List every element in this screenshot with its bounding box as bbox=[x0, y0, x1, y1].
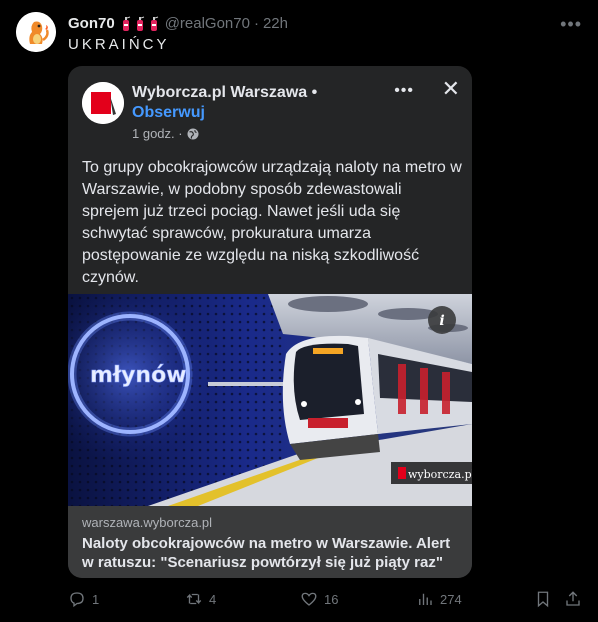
reply-count: 1 bbox=[92, 591, 100, 607]
avatar[interactable] bbox=[16, 12, 56, 52]
tweet-header: Gon70 @realGon70 · 22h bbox=[68, 13, 582, 33]
fire-extinguisher-icon bbox=[122, 16, 130, 31]
globe-icon bbox=[187, 128, 199, 139]
article-photo[interactable]: młynów wyborcza.pl i bbox=[68, 294, 472, 506]
retweet-button[interactable]: 4 bbox=[185, 590, 216, 608]
tweet-time[interactable]: 22h bbox=[263, 15, 288, 32]
bookmark-button[interactable] bbox=[534, 590, 552, 608]
share-button[interactable] bbox=[564, 590, 582, 608]
page-logo[interactable] bbox=[82, 82, 124, 124]
bookmark-icon bbox=[537, 591, 549, 608]
link-preview[interactable]: warszawa.wyborcza.pl Naloty obcokrajowcó… bbox=[68, 506, 472, 578]
embedded-post-card[interactable]: Wyborcza.pl Warszawa • Obserwuj 1 godz. … bbox=[68, 66, 472, 578]
reply-icon bbox=[70, 592, 84, 608]
svg-text:i: i bbox=[439, 313, 444, 329]
page-name-text: Wyborcza.pl Warszawa bbox=[132, 84, 308, 101]
fire-extinguisher-icon bbox=[150, 16, 158, 31]
reply-button[interactable]: 1 bbox=[68, 590, 99, 608]
link-title: Naloty obcokrajowców na metro w Warszawi… bbox=[82, 535, 451, 571]
post-body: To grupy obcokrajowców urządzają naloty … bbox=[82, 159, 462, 286]
views-button[interactable]: 274 bbox=[416, 590, 462, 608]
like-count: 16 bbox=[324, 591, 339, 607]
heart-icon bbox=[301, 592, 317, 606]
follow-button[interactable]: Obserwuj bbox=[132, 104, 205, 122]
post-time: 1 godz. · bbox=[132, 126, 199, 141]
author-handle[interactable]: @realGon70 bbox=[165, 15, 250, 32]
link-domain: warszawa.wyborcza.pl bbox=[82, 515, 213, 530]
view-count: 274 bbox=[440, 591, 462, 607]
close-icon[interactable]: ✕ bbox=[442, 78, 460, 100]
tweet-text: UKRAIŃCY bbox=[68, 36, 170, 53]
separator: • bbox=[311, 84, 318, 101]
emoji-group bbox=[121, 16, 159, 31]
post-options-icon[interactable]: ••• bbox=[394, 82, 414, 100]
author-name[interactable]: Gon70 bbox=[68, 15, 115, 32]
views-icon bbox=[419, 593, 432, 605]
photo-watermark: wyborcza.pl bbox=[408, 468, 472, 481]
more-horizontal-icon[interactable]: ••• bbox=[560, 14, 582, 35]
retweet-count: 4 bbox=[209, 591, 217, 607]
post-time-text: 1 godz. · bbox=[132, 126, 183, 141]
separator: · bbox=[253, 14, 259, 32]
action-bar: 1 4 16 274 bbox=[68, 590, 582, 610]
share-icon bbox=[566, 591, 580, 606]
page-name[interactable]: Wyborcza.pl Warszawa • bbox=[132, 84, 317, 102]
like-button[interactable]: 16 bbox=[300, 590, 338, 608]
fire-extinguisher-icon bbox=[136, 16, 144, 31]
info-icon[interactable]: i bbox=[428, 306, 456, 334]
station-sign: młynów bbox=[90, 363, 187, 388]
retweet-icon bbox=[186, 593, 202, 605]
